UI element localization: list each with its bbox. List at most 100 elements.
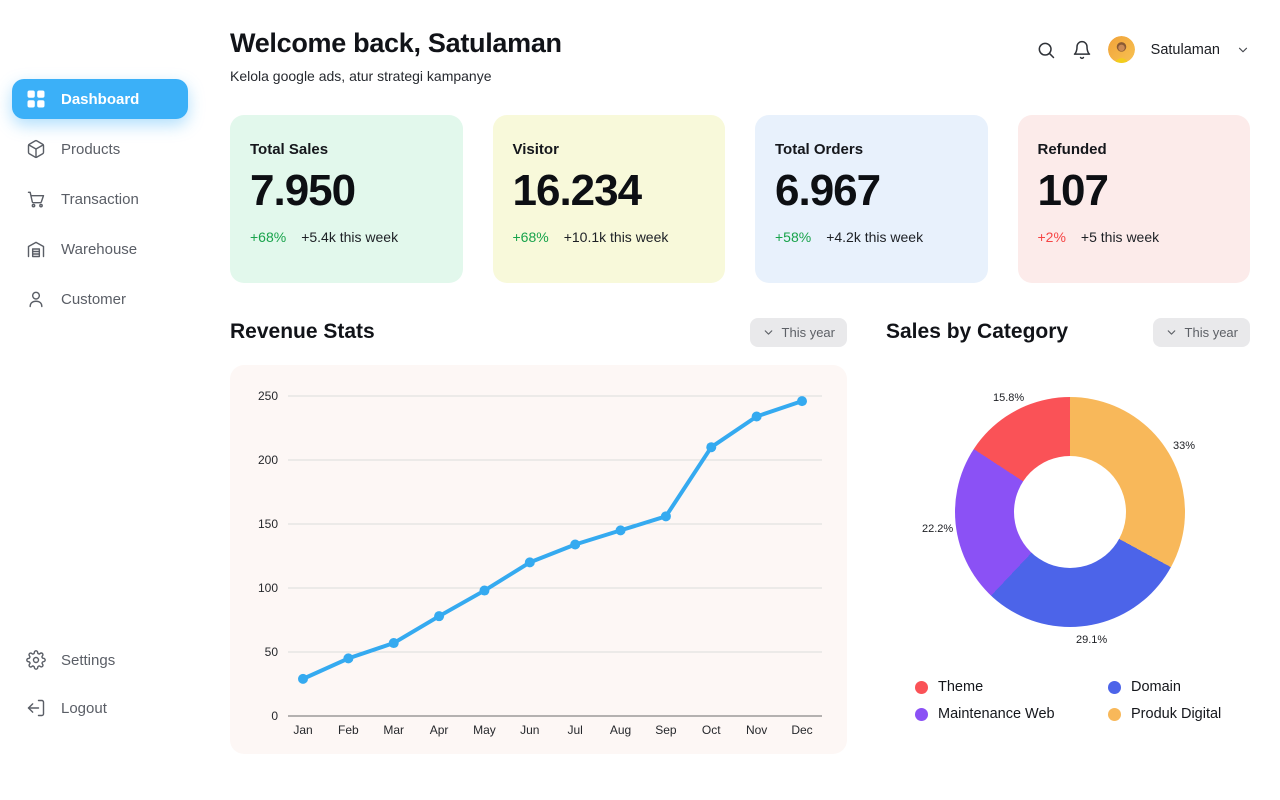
chevron-down-icon[interactable] xyxy=(1236,43,1250,57)
chart-point xyxy=(434,611,444,621)
avatar[interactable] xyxy=(1108,36,1135,63)
legend-item-produk-digital[interactable]: Produk Digital xyxy=(1108,706,1250,722)
card-delta: +2% xyxy=(1038,229,1066,245)
revenue-stats-title: Revenue Stats xyxy=(230,320,375,344)
stat-cards: Total Sales 7.950 +68% +5.4k this week V… xyxy=(230,115,1250,283)
revenue-filter-label: This year xyxy=(782,325,835,340)
x-tick-label: Jun xyxy=(520,723,539,737)
cart-icon xyxy=(26,189,46,209)
category-filter-button[interactable]: This year xyxy=(1153,318,1250,347)
sidebar-item-label: Customer xyxy=(61,291,126,308)
gear-icon xyxy=(26,650,46,670)
category-filter-label: This year xyxy=(1185,325,1238,340)
chart-point xyxy=(797,396,807,406)
sidebar-item-label: Dashboard xyxy=(61,91,139,108)
legend-dot xyxy=(915,708,928,721)
legend-item-maintenance-web[interactable]: Maintenance Web xyxy=(915,706,1108,722)
card-value: 7.950 xyxy=(250,166,443,216)
topbar-actions: Satulaman xyxy=(1036,36,1250,63)
revenue-filter-button[interactable]: This year xyxy=(750,318,847,347)
legend-item-theme[interactable]: Theme xyxy=(915,679,1108,695)
page-subtitle: Kelola google ads, atur strategi kampany… xyxy=(230,68,562,84)
topbar: Welcome back, Satulaman Kelola google ad… xyxy=(230,28,1250,84)
bell-icon xyxy=(1072,40,1092,60)
card-value: 16.234 xyxy=(513,166,706,216)
chart-point xyxy=(616,525,626,535)
revenue-chart-panel: 050100150200250JanFebMarAprMayJunJulAugS… xyxy=(230,365,847,754)
card-visitor: Visitor 16.234 +68% +10.1k this week xyxy=(493,115,726,283)
legend-item-domain[interactable]: Domain xyxy=(1108,679,1250,695)
x-tick-label: Nov xyxy=(746,723,767,737)
chevron-down-icon xyxy=(1165,326,1178,339)
card-delta: +68% xyxy=(513,229,549,245)
chevron-down-icon xyxy=(762,326,775,339)
donut-slice-label-theme: 15.8% xyxy=(993,392,1024,404)
sidebar-item-products[interactable]: Products xyxy=(12,129,188,169)
legend-dot xyxy=(1108,681,1121,694)
sales-by-category-section: Sales by Category This year 15.8% 33% 22… xyxy=(886,318,1250,754)
card-refunded: Refunded 107 +2% +5 this week xyxy=(1018,115,1251,283)
y-tick-label: 0 xyxy=(271,709,278,723)
chart-point xyxy=(389,638,399,648)
x-tick-label: Feb xyxy=(338,723,359,737)
chart-point xyxy=(525,557,535,567)
sales-by-category-title: Sales by Category xyxy=(886,320,1068,344)
chart-point xyxy=(706,442,716,452)
donut-slice-label-produk-digital: 33% xyxy=(1173,440,1195,452)
sidebar-item-warehouse[interactable]: Warehouse xyxy=(12,229,188,269)
sidebar-item-dashboard[interactable]: Dashboard xyxy=(12,79,188,119)
app-root: Dashboard Products Transaction Warehouse xyxy=(0,0,1280,800)
x-tick-label: Aug xyxy=(610,723,631,737)
card-label: Visitor xyxy=(513,141,706,158)
x-tick-label: Mar xyxy=(383,723,404,737)
card-delta: +68% xyxy=(250,229,286,245)
chart-point xyxy=(752,411,762,421)
sidebar-item-label: Transaction xyxy=(61,191,139,208)
y-tick-label: 250 xyxy=(258,389,278,403)
warehouse-icon xyxy=(26,239,46,259)
box-icon xyxy=(26,139,46,159)
sidebar-item-logout[interactable]: Logout xyxy=(12,688,188,728)
revenue-stats-section: Revenue Stats This year 050100150200250J… xyxy=(230,318,847,754)
page-title: Welcome back, Satulaman xyxy=(230,28,562,59)
donut-slice-label-maintenance-web: 22.2% xyxy=(922,523,953,535)
x-tick-label: Oct xyxy=(702,723,721,737)
sidebar-item-transaction[interactable]: Transaction xyxy=(12,179,188,219)
card-label: Total Orders xyxy=(775,141,968,158)
chart-point xyxy=(343,653,353,663)
user-name[interactable]: Satulaman xyxy=(1151,42,1220,58)
card-label: Refunded xyxy=(1038,141,1231,158)
card-total-sales: Total Sales 7.950 +68% +5.4k this week xyxy=(230,115,463,283)
card-delta: +58% xyxy=(775,229,811,245)
card-label: Total Sales xyxy=(250,141,443,158)
logout-icon xyxy=(26,698,46,718)
donut-hole xyxy=(1014,456,1126,568)
card-value: 6.967 xyxy=(775,166,968,216)
charts-row: Revenue Stats This year 050100150200250J… xyxy=(230,318,1250,754)
card-total-orders: Total Orders 6.967 +58% +4.2k this week xyxy=(755,115,988,283)
search-button[interactable] xyxy=(1036,40,1056,60)
page-headings: Welcome back, Satulaman Kelola google ad… xyxy=(230,28,562,84)
chart-point xyxy=(661,511,671,521)
legend-dot xyxy=(1108,708,1121,721)
sidebar-item-label: Settings xyxy=(61,652,115,669)
donut-slice-label-domain: 29.1% xyxy=(1076,634,1107,646)
sidebar-item-settings[interactable]: Settings xyxy=(12,640,188,680)
sidebar-footer-nav: Settings Logout xyxy=(12,640,188,736)
x-tick-label: Jul xyxy=(568,723,583,737)
user-icon xyxy=(26,289,46,309)
card-note: +5 this week xyxy=(1081,229,1159,245)
x-tick-label: Apr xyxy=(430,723,449,737)
revenue-line-chart: 050100150200250JanFebMarAprMayJunJulAugS… xyxy=(230,365,847,754)
card-note: +5.4k this week xyxy=(301,229,398,245)
category-legend: Theme Domain Maintenance Web Produk Digi… xyxy=(886,679,1250,722)
x-tick-label: Jan xyxy=(293,723,312,737)
sidebar-item-customer[interactable]: Customer xyxy=(12,279,188,319)
card-value: 107 xyxy=(1038,166,1231,216)
grid-icon xyxy=(26,89,46,109)
y-tick-label: 50 xyxy=(265,645,279,659)
notifications-button[interactable] xyxy=(1072,40,1092,60)
y-tick-label: 200 xyxy=(258,453,278,467)
chart-point xyxy=(570,539,580,549)
sidebar-nav: Dashboard Products Transaction Warehouse xyxy=(12,79,188,329)
